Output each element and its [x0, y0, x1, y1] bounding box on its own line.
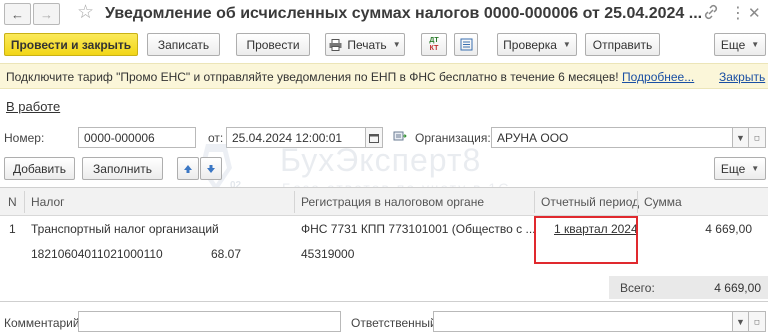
- arrow-left-icon: ←: [11, 6, 24, 22]
- responsible-dropdown-button[interactable]: ▼: [732, 311, 749, 332]
- more-button[interactable]: Еще ▼: [714, 33, 766, 56]
- forward-button[interactable]: →: [33, 3, 60, 25]
- arrow-down-icon: [207, 164, 215, 173]
- back-button[interactable]: ←: [4, 3, 31, 25]
- close-icon[interactable]: ✕: [748, 4, 761, 24]
- table-header: N Налог Регистрация в налоговом органе О…: [0, 188, 768, 216]
- responsible-field[interactable]: [433, 311, 733, 332]
- send-button[interactable]: Отправить: [585, 33, 660, 56]
- print-button[interactable]: Печать ▼: [325, 33, 405, 56]
- related-documents-button[interactable]: [454, 33, 478, 56]
- date-label: от:: [208, 131, 224, 145]
- vertical-dots-icon[interactable]: ⋮: [730, 4, 746, 24]
- banner-close-link[interactable]: Закрыть: [719, 70, 765, 84]
- arrow-right-icon: →: [40, 6, 53, 22]
- print-label: Печать: [347, 37, 387, 52]
- document-status-link[interactable]: В работе: [6, 99, 60, 114]
- comment-label: Комментарий:: [4, 316, 83, 330]
- banner-message: Подключите тариф "Промо ЕНС" и отправляй…: [6, 70, 694, 84]
- responsible-open-button[interactable]: ◻: [748, 311, 766, 332]
- organization-dropdown-button[interactable]: ▼: [732, 127, 749, 148]
- table-row[interactable]: 1 Транспортный налог организаций ФНС 773…: [0, 216, 768, 276]
- more-label: Еще: [720, 37, 746, 52]
- date-field[interactable]: 25.04.2024 12:00:01: [226, 127, 366, 148]
- window-title: Уведомление об исчисленных суммах налого…: [105, 5, 703, 22]
- chevron-down-icon: ▼: [392, 40, 401, 49]
- organization-icon: [393, 129, 407, 146]
- organization-open-button[interactable]: ◻: [748, 127, 766, 148]
- link-icon[interactable]: [703, 4, 719, 25]
- dt-kt-button[interactable]: ДТ КТ: [421, 33, 447, 56]
- column-header-amount[interactable]: Сумма: [644, 195, 682, 209]
- cell-tax: Транспортный налог организаций: [31, 222, 219, 236]
- totals-box: Всего: 4 669,00: [609, 276, 768, 299]
- add-button[interactable]: Добавить: [4, 157, 75, 180]
- cell-registration: ФНС 7731 КПП 773101001 (Общество с ...: [301, 222, 536, 236]
- organization-label: Организация:: [415, 131, 491, 145]
- table-more-button[interactable]: Еще ▼: [714, 157, 766, 180]
- post-button[interactable]: Провести: [236, 33, 310, 56]
- cell-kbk: 18210604011021000110: [31, 247, 163, 261]
- star-icon[interactable]: ☆: [77, 2, 94, 24]
- column-header-n[interactable]: N: [8, 195, 17, 209]
- banner-more-link[interactable]: Подробнее...: [622, 70, 694, 84]
- totals-label: Всего:: [620, 281, 655, 295]
- cell-amount: 4 669,00: [705, 222, 752, 236]
- chevron-down-icon: ▼: [562, 40, 571, 49]
- organization-field[interactable]: АРУНА ООО: [491, 127, 733, 148]
- structure-icon: [460, 38, 472, 51]
- printer-icon: [329, 38, 342, 51]
- cell-n: 1: [9, 222, 16, 236]
- dt-kt-icon-bottom: КТ: [429, 44, 439, 52]
- chevron-down-icon: ▼: [751, 164, 760, 173]
- check-label: Проверка: [503, 37, 557, 52]
- number-field[interactable]: 0000-000006: [78, 127, 196, 148]
- fill-button[interactable]: Заполнить: [82, 157, 163, 180]
- number-label: Номер:: [4, 131, 45, 145]
- comment-field[interactable]: [78, 311, 341, 332]
- save-button[interactable]: Записать: [147, 33, 220, 56]
- post-and-close-button[interactable]: Провести и закрыть: [4, 33, 138, 56]
- column-header-period[interactable]: Отчетный период: [541, 195, 639, 209]
- responsible-label: Ответственный:: [351, 316, 441, 330]
- column-header-tax[interactable]: Налог: [31, 195, 65, 209]
- column-header-registration[interactable]: Регистрация в налоговом органе: [301, 195, 484, 209]
- open-icon: ◻: [754, 318, 760, 326]
- totals-value: 4 669,00: [714, 281, 761, 295]
- period-highlight-frame: [534, 216, 638, 264]
- chevron-down-icon: ▼: [736, 132, 745, 143]
- move-down-button[interactable]: [200, 157, 222, 180]
- open-icon: ◻: [754, 134, 760, 142]
- arrow-up-icon: [184, 164, 192, 173]
- dt-kt-icon-top: ДТ: [429, 36, 439, 44]
- banner-text: Подключите тариф "Промо ЕНС" и отправляй…: [6, 70, 619, 84]
- table-more-label: Еще: [720, 161, 746, 176]
- chevron-down-icon: ▼: [751, 40, 760, 49]
- cell-oktmo: 45319000: [301, 247, 355, 261]
- check-button[interactable]: Проверка ▼: [497, 33, 577, 56]
- calendar-button[interactable]: [365, 127, 383, 148]
- cell-rate: 68.07: [211, 247, 242, 261]
- move-up-button[interactable]: [177, 157, 199, 180]
- promo-banner: Подключите тариф "Промо ЕНС" и отправляй…: [0, 63, 768, 89]
- calendar-icon: [369, 133, 379, 143]
- chevron-down-icon: ▼: [736, 316, 745, 327]
